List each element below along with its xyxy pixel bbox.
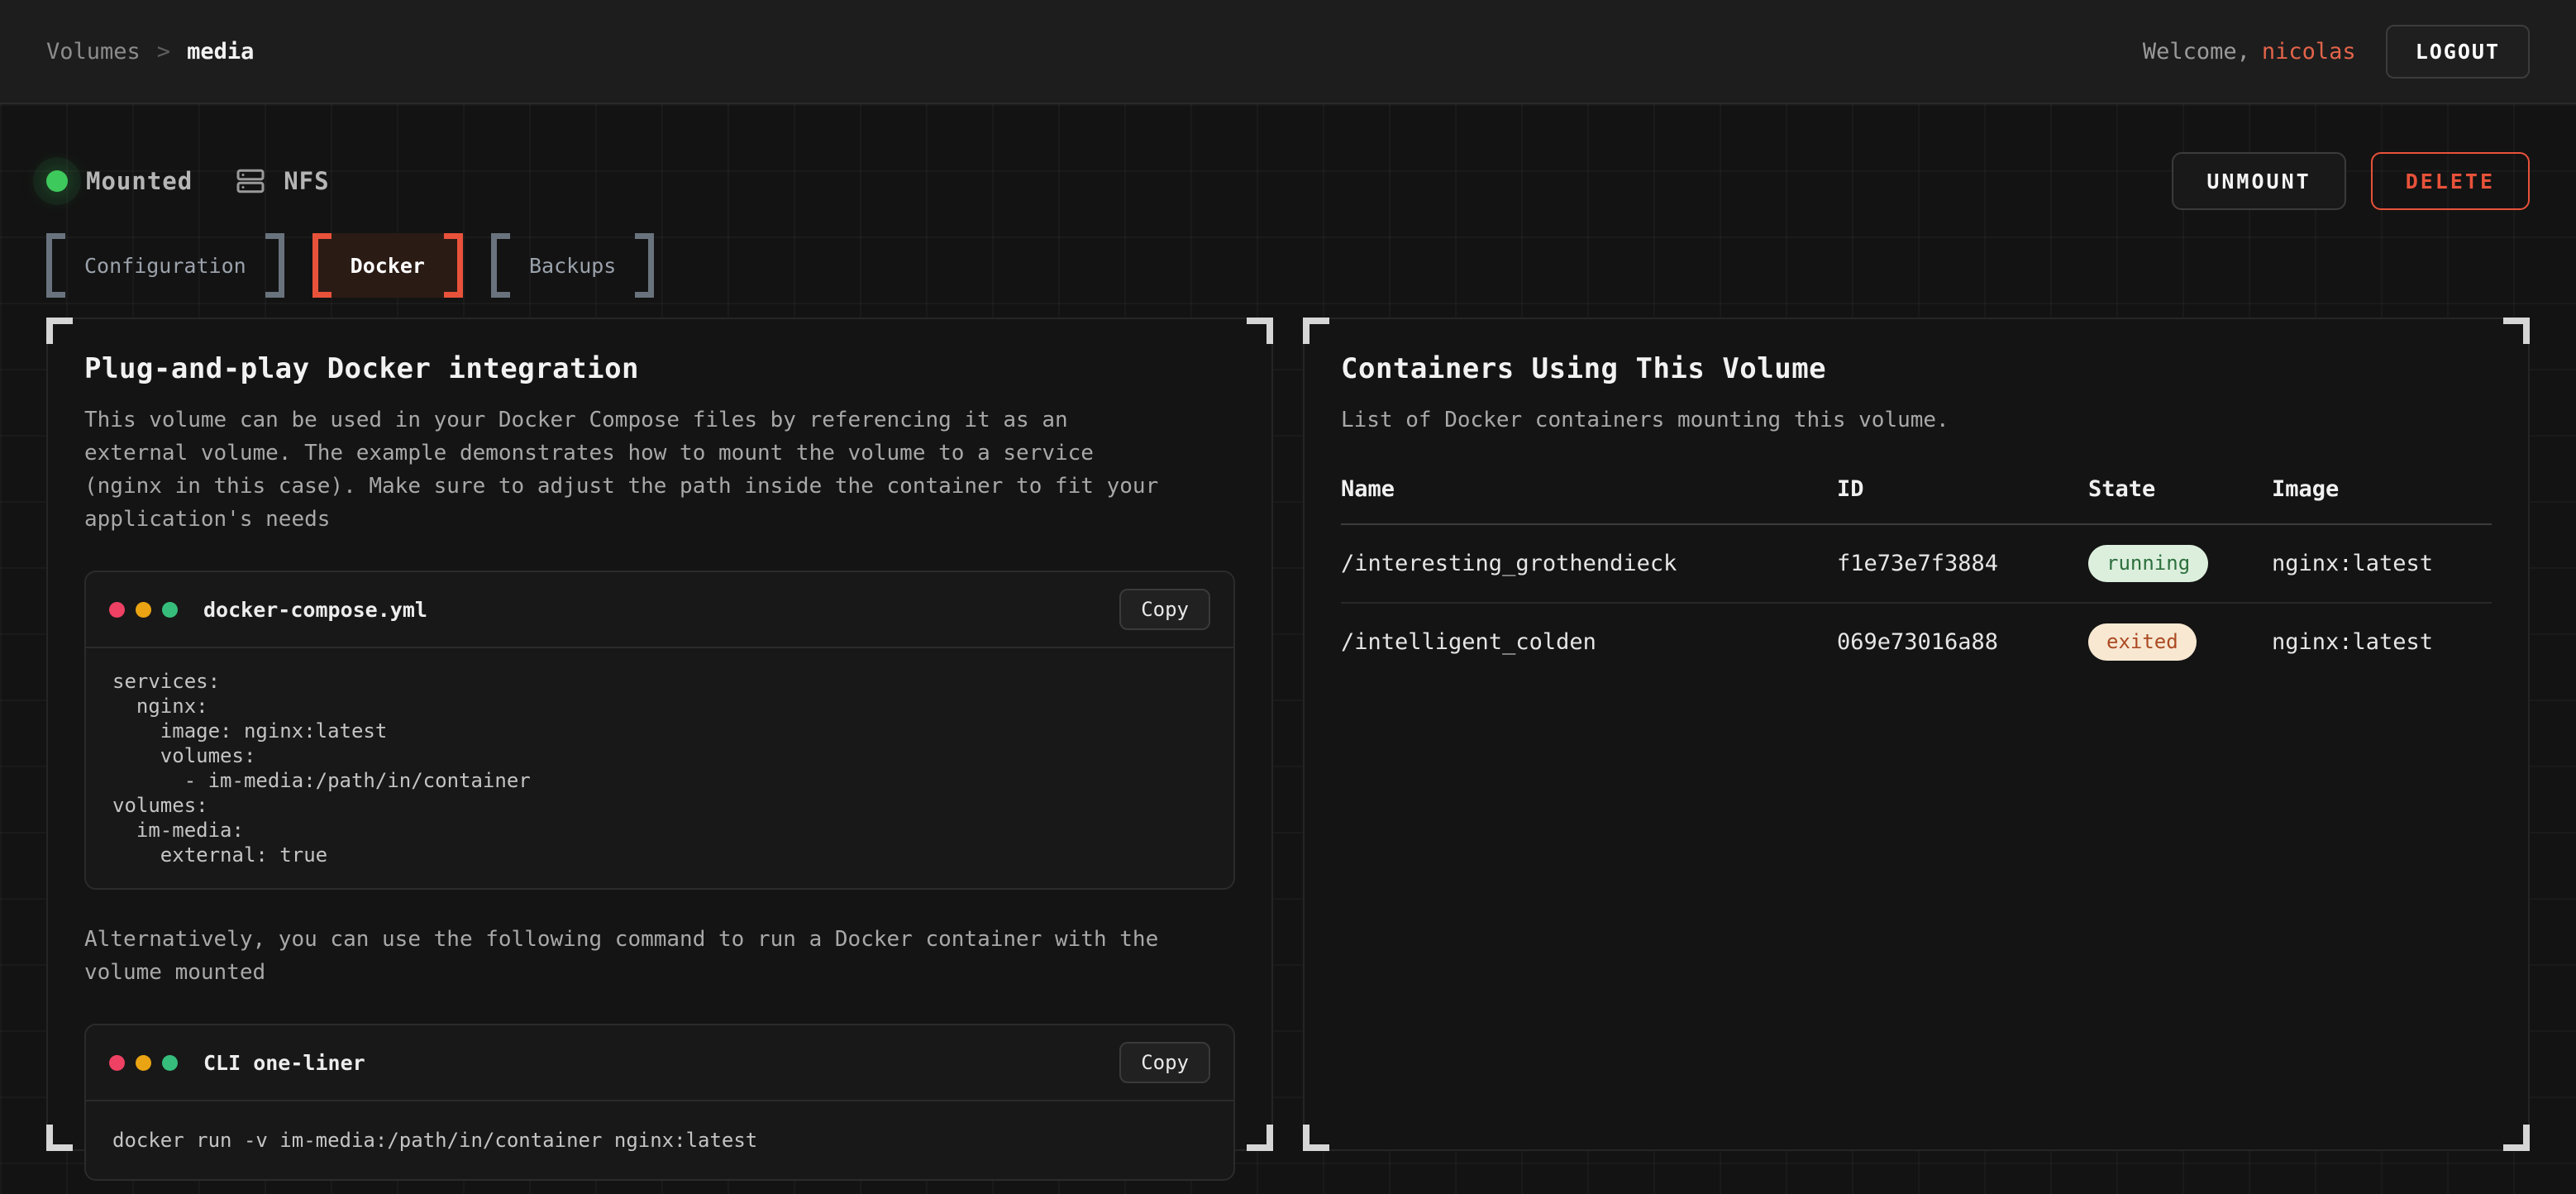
code-line: volumes:	[112, 793, 1207, 818]
code-line: nginx:	[112, 694, 1207, 719]
code-line: im-media:	[112, 818, 1207, 843]
compose-code-header: docker-compose.yml Copy	[86, 572, 1233, 648]
container-id: f1e73e7f3884	[1837, 531, 2088, 596]
status-group: Mounted NFS	[46, 166, 330, 196]
docker-integration-panel: Plug-and-play Docker integration This vo…	[46, 318, 1273, 1151]
panel-corner-icon	[2503, 1125, 2530, 1151]
page: Volumes > media Welcome, nicolas LOGOUT M…	[0, 0, 2576, 1194]
compose-copy-button[interactable]: Copy	[1119, 589, 1210, 630]
top-header: Volumes > media Welcome, nicolas LOGOUT	[0, 0, 2576, 104]
cli-code-header: CLI one-liner Copy	[86, 1025, 1233, 1101]
tab-docker[interactable]: Docker	[312, 233, 463, 298]
docker-panel-description: This volume can be used in your Docker C…	[84, 404, 1159, 536]
compose-code-block: docker-compose.yml Copy services: nginx:…	[84, 571, 1235, 890]
container-name: /interesting_grothendieck	[1341, 531, 1837, 596]
compose-code-body: services: nginx: image: nginx:latest vol…	[86, 648, 1233, 888]
code-line: - im-media:/path/in/container	[112, 768, 1207, 793]
code-line: external: true	[112, 843, 1207, 867]
containers-panel: Containers Using This Volume List of Doc…	[1303, 318, 2530, 1151]
tab-configuration[interactable]: Configuration	[46, 233, 284, 298]
cli-code-body: docker run -v im-media:/path/in/containe…	[86, 1101, 1233, 1179]
driver-status: NFS	[236, 166, 329, 196]
column-header-id: ID	[1837, 476, 2088, 523]
column-header-state: State	[2088, 476, 2272, 523]
cli-command: docker run -v im-media:/path/in/containe…	[112, 1128, 1207, 1153]
welcome-text: Welcome, nicolas	[2143, 39, 2356, 64]
container-state: running	[2088, 525, 2272, 602]
breadcrumb-separator-icon: >	[157, 39, 170, 64]
traffic-amber-icon	[136, 1055, 151, 1071]
containers-panel-title: Containers Using This Volume	[1341, 352, 2492, 385]
tab-backups[interactable]: Backups	[491, 233, 654, 298]
container-state: exited	[2088, 604, 2272, 681]
volume-actions: UNMOUNT DELETE	[2172, 152, 2530, 210]
containers-table: Name ID State Image /interesting_grothen…	[1341, 476, 2492, 681]
status-badge: exited	[2088, 623, 2197, 661]
cli-copy-button[interactable]: Copy	[1119, 1042, 1210, 1083]
traffic-green-icon	[162, 1055, 178, 1071]
volume-toolbar: Mounted NFS UNMOUNT DELETE	[46, 152, 2530, 210]
table-row: /interesting_grothendieck f1e73e7f3884 r…	[1341, 525, 2492, 604]
code-line: volumes:	[112, 743, 1207, 768]
logout-button[interactable]: LOGOUT	[2386, 25, 2530, 79]
traffic-red-icon	[109, 1055, 125, 1071]
traffic-amber-icon	[136, 602, 151, 618]
status-badge: running	[2088, 545, 2208, 582]
panel-corner-icon	[1247, 318, 1273, 344]
docker-panel-title: Plug-and-play Docker integration	[84, 352, 1235, 385]
container-image: nginx:latest	[2272, 609, 2492, 675]
driver-label: NFS	[284, 167, 329, 195]
container-image: nginx:latest	[2272, 531, 2492, 596]
panel-corner-icon	[46, 318, 73, 344]
column-header-name: Name	[1341, 476, 1837, 523]
container-id: 069e73016a88	[1837, 609, 2088, 675]
compose-filename: docker-compose.yml	[203, 598, 427, 622]
containers-panel-description: List of Docker containers mounting this …	[1341, 404, 2416, 437]
cli-alternative-text: Alternatively, you can use the following…	[84, 923, 1159, 989]
tab-bar: Configuration Docker Backups	[46, 233, 2530, 298]
header-right: Welcome, nicolas LOGOUT	[2143, 25, 2530, 79]
code-line: image: nginx:latest	[112, 719, 1207, 743]
breadcrumb-current-volume: media	[187, 39, 254, 64]
breadcrumb-volumes-link[interactable]: Volumes	[46, 39, 141, 64]
mount-status-label: Mounted	[86, 167, 193, 195]
server-icon	[236, 166, 265, 196]
panel-row: Plug-and-play Docker integration This vo…	[46, 318, 2530, 1151]
welcome-prefix: Welcome,	[2143, 39, 2250, 64]
main-content: Mounted NFS UNMOUNT DELETE Con	[0, 104, 2576, 1194]
mount-status: Mounted	[46, 167, 193, 195]
delete-button[interactable]: DELETE	[2371, 152, 2530, 210]
cli-code-block: CLI one-liner Copy docker run -v im-medi…	[84, 1024, 1235, 1181]
mounted-dot-icon	[46, 170, 68, 192]
code-line: services:	[112, 669, 1207, 694]
traffic-green-icon	[162, 602, 178, 618]
column-header-image: Image	[2272, 476, 2492, 523]
cli-filename: CLI one-liner	[203, 1051, 365, 1075]
unmount-button[interactable]: UNMOUNT	[2172, 152, 2345, 210]
panel-corner-icon	[1303, 318, 1329, 344]
panel-corner-icon	[1303, 1125, 1329, 1151]
traffic-red-icon	[109, 602, 125, 618]
panel-corner-icon	[46, 1125, 73, 1151]
breadcrumb: Volumes > media	[46, 39, 254, 64]
table-header-row: Name ID State Image	[1341, 476, 2492, 525]
panel-corner-icon	[2503, 318, 2530, 344]
username: nicolas	[2262, 39, 2356, 64]
container-name: /intelligent_colden	[1341, 609, 1837, 675]
table-row: /intelligent_colden 069e73016a88 exited …	[1341, 604, 2492, 681]
panel-corner-icon	[1247, 1125, 1273, 1151]
